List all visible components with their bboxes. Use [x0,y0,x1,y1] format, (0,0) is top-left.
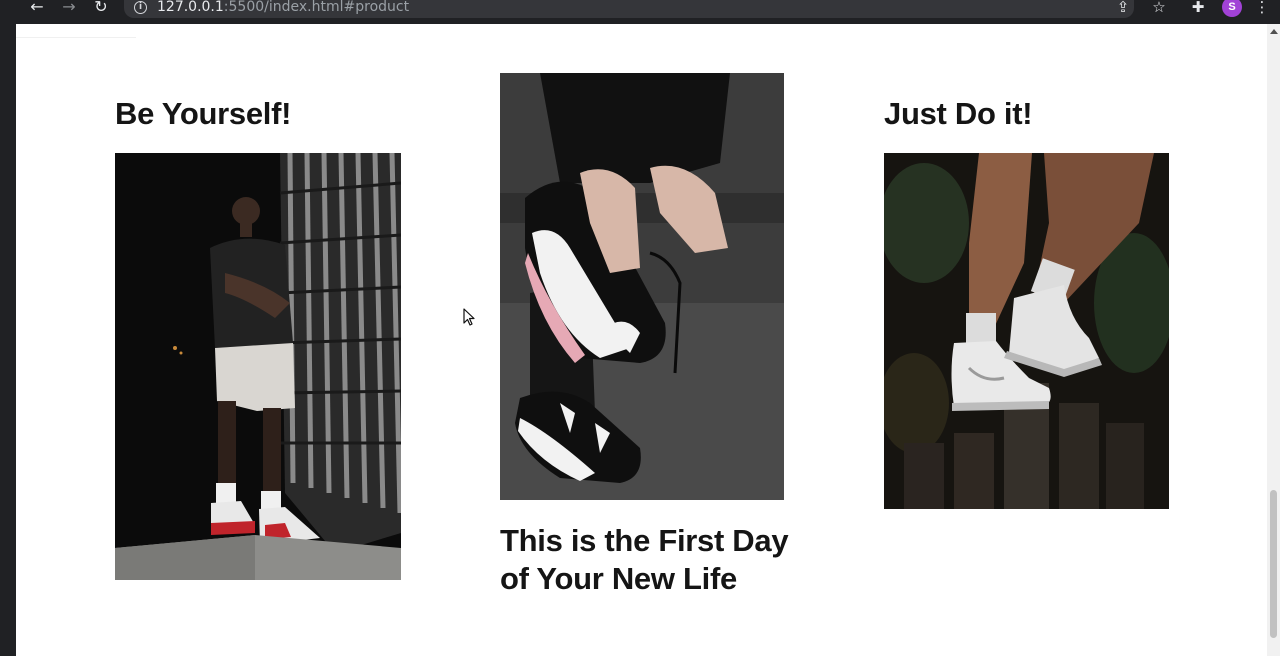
page-scrollbar[interactable] [1267,24,1280,656]
divider [16,37,136,38]
mouse-pointer-icon [463,308,475,326]
url-path: :5500/index.html#product [223,0,410,15]
window-edge [0,24,16,656]
star-bookmark-icon[interactable]: ☆ [1150,0,1168,16]
product-title-be-yourself: Be Yourself! [115,96,292,131]
browser-toolbar: ← → ↻ i 127.0.0.1:5500/index.html#produc… [0,0,1280,24]
forward-arrow-icon[interactable]: → [58,0,80,18]
profile-avatar[interactable]: S [1222,0,1242,17]
product-image-man-standing [115,153,401,580]
scroll-up-arrow-icon[interactable] [1270,29,1278,34]
url-text: 127.0.0.1:5500/index.html#product [157,0,409,15]
scroll-thumb[interactable] [1270,490,1277,638]
menu-kebab-icon[interactable]: ⋮ [1253,0,1271,16]
reload-icon[interactable]: ↻ [90,0,112,18]
share-icon[interactable]: ⇪ [1114,0,1132,16]
extensions-puzzle-icon[interactable]: ✚ [1189,0,1207,16]
product-image-tying-sneaker [500,73,784,500]
site-info-icon[interactable]: i [134,1,147,14]
product-title-first-day: This is the First Day of Your New Life [500,523,789,596]
url-host: 127.0.0.1 [157,0,224,15]
address-bar[interactable]: i 127.0.0.1:5500/index.html#product ⇪ [124,0,1134,18]
product-title-just-do-it: Just Do it! [884,96,1033,131]
product-image-high-top-sneakers [884,153,1169,509]
back-arrow-icon[interactable]: ← [26,0,48,18]
